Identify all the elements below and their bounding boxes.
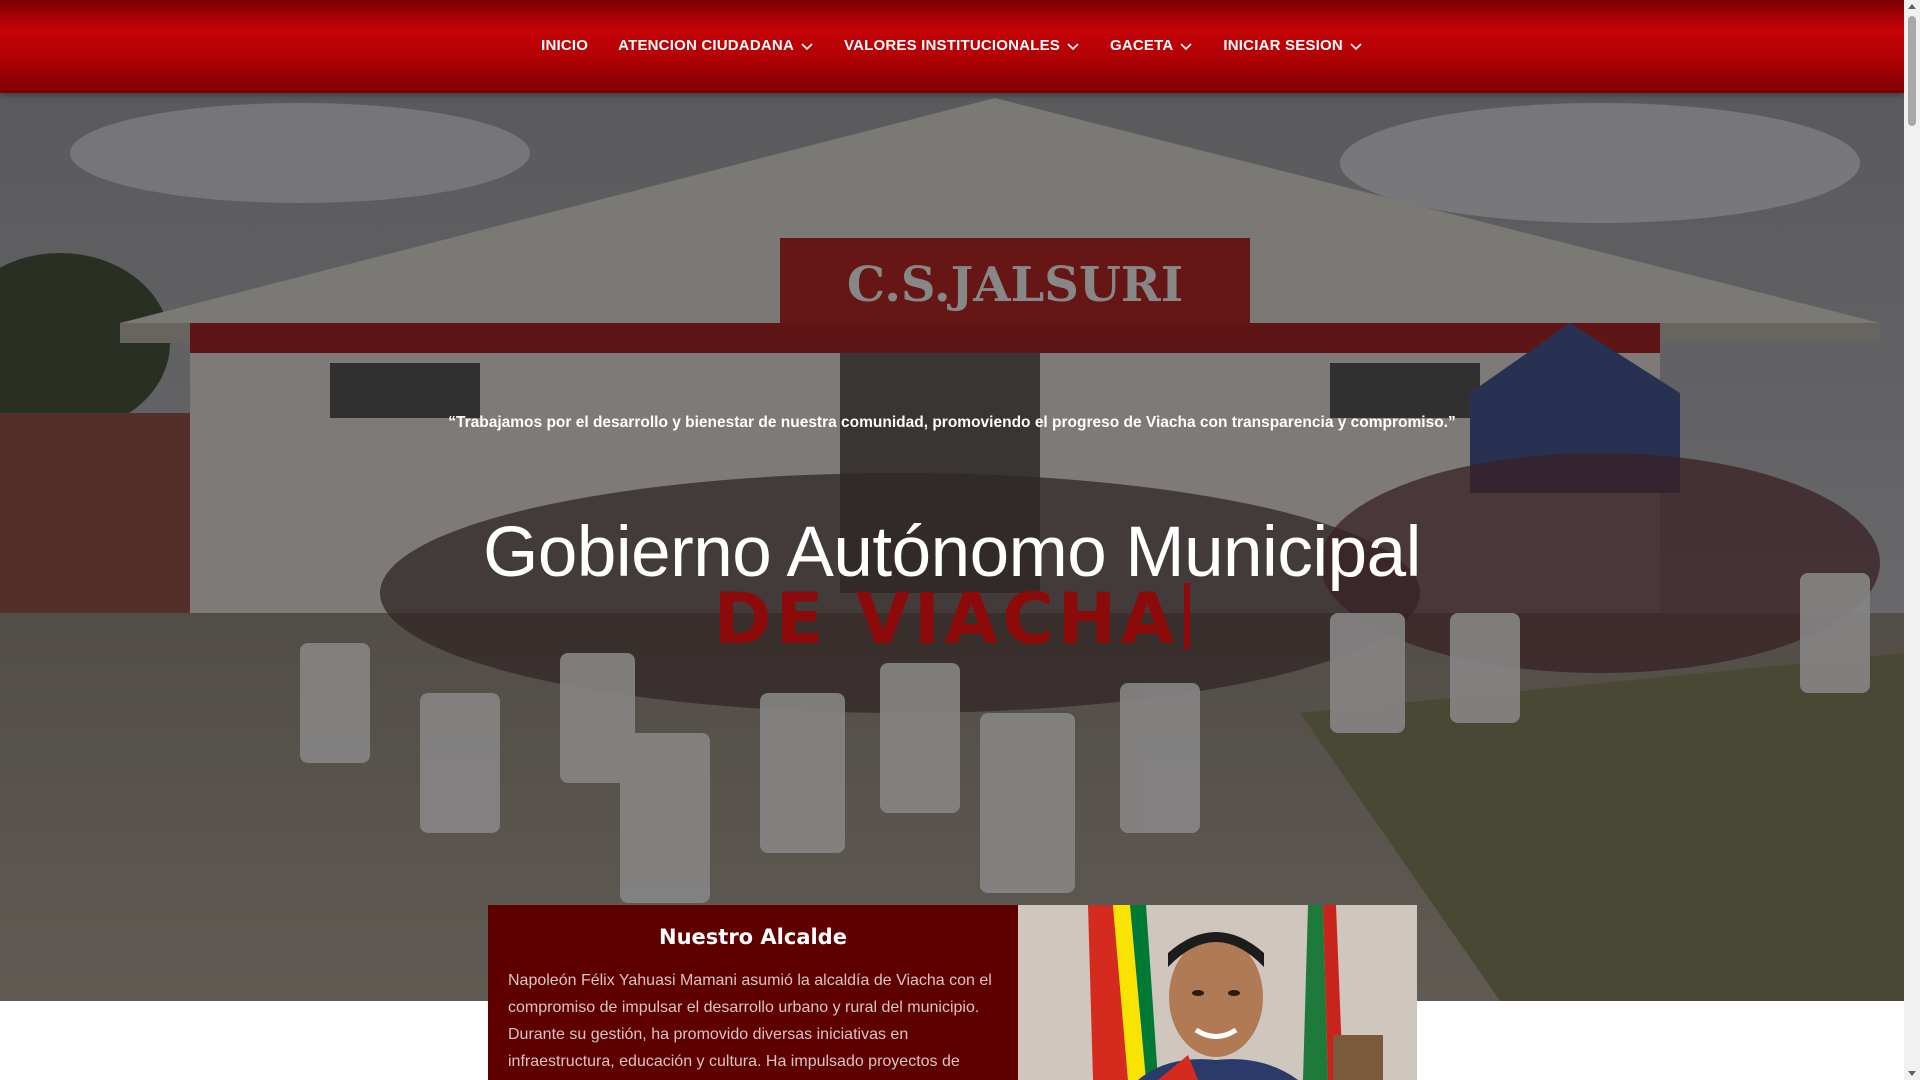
chevron-down-icon xyxy=(801,43,813,51)
nav-item-label: INICIAR SESION xyxy=(1223,37,1343,54)
nav-item-label: ATENCION CIUDADANA xyxy=(618,37,794,54)
nav-item-label: INICIO xyxy=(541,37,589,54)
scroll-up-icon[interactable] xyxy=(1908,4,1916,9)
mayor-heading: Nuestro Alcalde xyxy=(659,925,847,949)
chevron-down-icon xyxy=(1180,43,1192,51)
nav-menu: INICIO ATENCION CIUDADANA VALORES INSTIT… xyxy=(541,37,1363,54)
scrollbar-thumb[interactable] xyxy=(1908,16,1916,126)
scroll-down-icon[interactable] xyxy=(1908,1071,1916,1076)
nav-item-label: GACETA xyxy=(1109,37,1174,54)
nav-item-atencion-ciudadana[interactable]: ATENCION CIUDADANA xyxy=(618,37,814,54)
chevron-down-icon xyxy=(1067,43,1079,51)
hero-subtitle: DE VIACHA xyxy=(713,578,1179,660)
mayor-description: Napoleón Félix Yahuasi Mamani asumió la … xyxy=(508,972,992,1070)
top-navbar: INICIO ATENCION CIUDADANA VALORES INSTIT… xyxy=(0,0,1904,93)
mayor-portrait-image xyxy=(1018,905,1417,1080)
page-scrollbar[interactable] xyxy=(1904,0,1920,1080)
nav-item-valores-institucionales[interactable]: VALORES INSTITUCIONALES xyxy=(844,37,1080,54)
mayor-photo xyxy=(1018,905,1417,1080)
mayor-card: Nuestro Alcalde Napoleón Félix Yahuasi M… xyxy=(488,905,1018,1080)
nav-item-gaceta[interactable]: GACETA xyxy=(1110,37,1193,54)
chevron-down-icon xyxy=(1350,43,1362,51)
nav-item-iniciar-sesion[interactable]: INICIAR SESION xyxy=(1223,37,1362,54)
hero-subtitle-wrap: DE VIACHA xyxy=(0,583,1904,654)
hero-section: C.S.JALSURI “Trabajamos por el desarroll… xyxy=(0,93,1904,1001)
nav-item-inicio[interactable]: INICIO xyxy=(541,37,588,54)
hero-quote: “Trabajamos por el desarrollo y bienesta… xyxy=(448,414,1456,431)
typing-cursor xyxy=(1184,583,1191,649)
nav-item-label: VALORES INSTITUCIONALES xyxy=(843,37,1060,54)
